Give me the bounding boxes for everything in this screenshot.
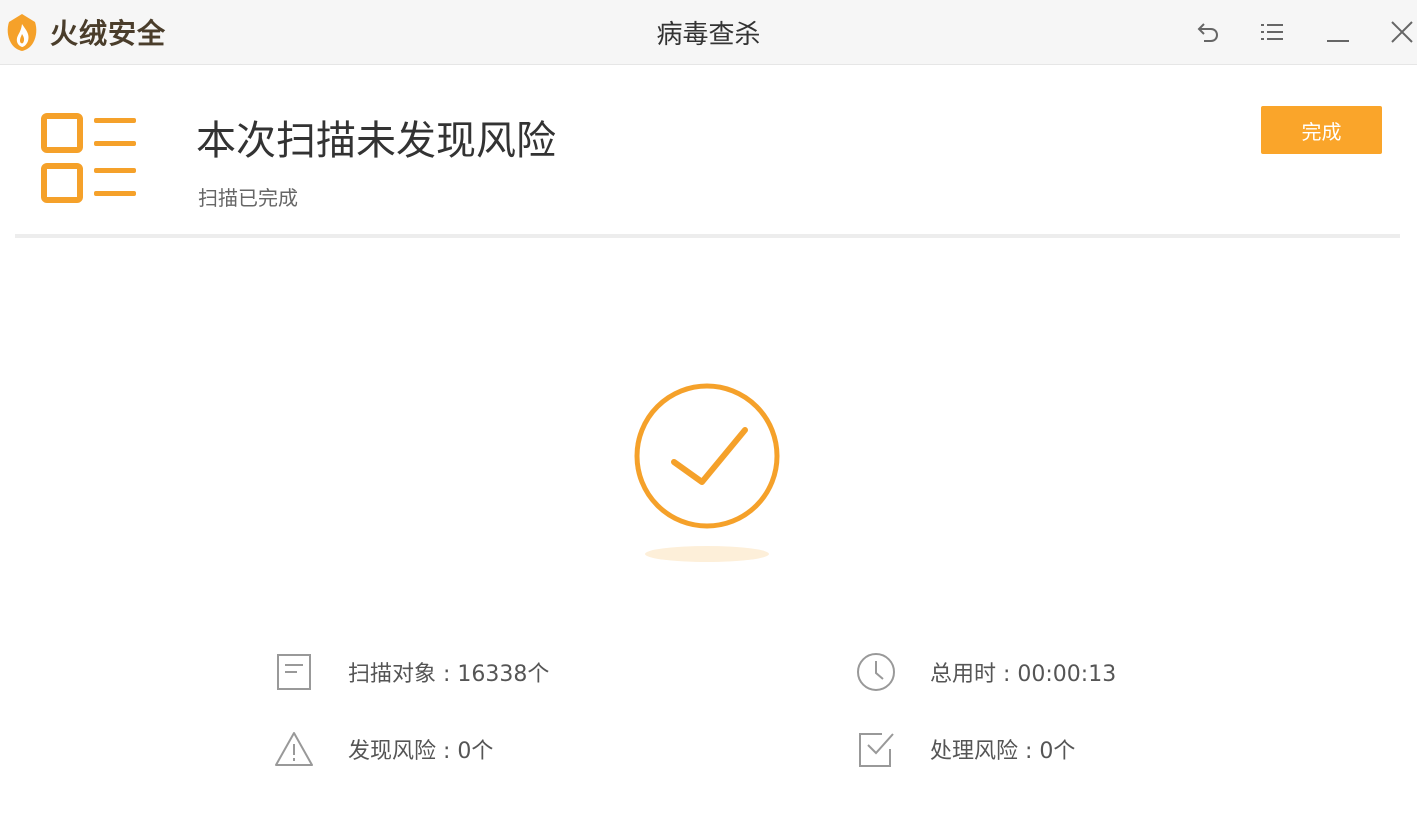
result-subtitle: 扫描已完成 [198,186,298,210]
stat-scanned-objects: 扫描对象 : 16338个 [272,650,549,694]
stat-found-risks: 发现风险 : 0个 [272,727,493,771]
stat-handled-label: 处理风险 : 0个 [930,739,1076,764]
stat-scanned-label: 扫描对象 : 16338个 [348,662,550,687]
close-button[interactable] [1382,12,1417,52]
title-bar: 火绒安全 病毒查杀 [0,0,1417,65]
checkbox-icon [854,727,898,771]
stat-found-label: 发现风险 : 0个 [348,739,494,764]
stat-time-label: 总用时 : 00:00:13 [930,662,1117,687]
scan-report-icon [41,113,136,203]
warning-icon [272,727,316,771]
minimize-icon [1327,40,1349,42]
result-title: 本次扫描未发现风险 [196,118,556,164]
stat-total-time: 总用时 : 00:00:13 [854,650,1116,694]
checkmark-circle-icon [634,383,780,529]
stat-handled-risks: 处理风险 : 0个 [854,727,1075,771]
menu-list-icon [1261,24,1283,40]
checkmark-shadow [645,546,769,562]
minimize-button[interactable] [1318,12,1358,52]
virus-scan-window: 火绒安全 病毒查杀 本次扫描未发现风险 扫描已完成 完成 扫描对象: 1633… [0,0,1417,816]
menu-button[interactable] [1252,12,1292,52]
document-icon [272,650,316,694]
done-button[interactable]: 完成 [1261,106,1382,154]
back-button[interactable] [1188,12,1228,52]
back-arrow-icon [1197,23,1219,42]
header-divider [15,234,1400,238]
close-icon [1391,21,1413,43]
clock-icon [854,650,898,694]
